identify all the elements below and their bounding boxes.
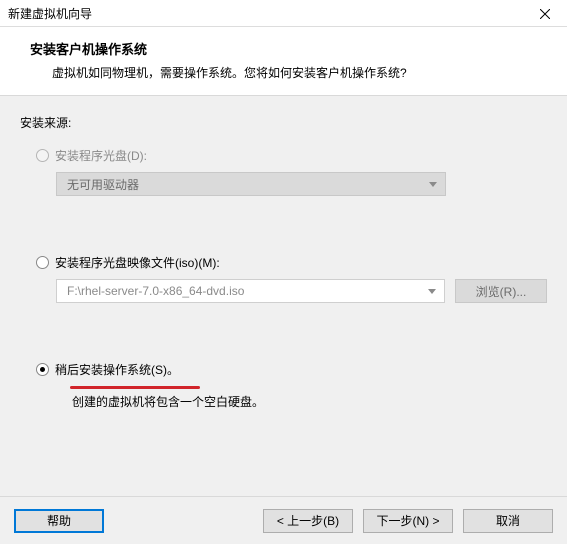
- option-iso: 安装程序光盘映像文件(iso)(M): F:\rhel-server-7.0-x…: [36, 254, 547, 303]
- radio-later-label: 稍后安装操作系统(S)。: [55, 361, 179, 378]
- chevron-down-icon: [428, 289, 436, 294]
- close-button[interactable]: [522, 0, 567, 27]
- titlebar: 新建虚拟机向导: [0, 0, 567, 27]
- radio-disc-row[interactable]: 安装程序光盘(D):: [36, 147, 547, 164]
- header: 安装客户机操作系统 虚拟机如同物理机，需要操作系统。您将如何安装客户机操作系统?: [0, 27, 567, 96]
- back-button-label: < 上一步(B): [277, 512, 339, 529]
- help-button-label: 帮助: [47, 512, 71, 529]
- close-icon: [540, 9, 550, 19]
- help-button[interactable]: 帮助: [14, 509, 104, 533]
- disc-dropdown-value: 无可用驱动器: [67, 176, 139, 193]
- browse-button-label: 浏览(R)...: [476, 283, 527, 300]
- next-button[interactable]: 下一步(N) >: [363, 509, 453, 533]
- cancel-button[interactable]: 取消: [463, 509, 553, 533]
- window-title: 新建虚拟机向导: [8, 5, 92, 22]
- chevron-down-icon: [429, 182, 437, 187]
- next-button-label: 下一步(N) >: [376, 512, 439, 529]
- radio-iso-label: 安装程序光盘映像文件(iso)(M):: [55, 254, 220, 271]
- wizard-window: 新建虚拟机向导 安装客户机操作系统 虚拟机如同物理机，需要操作系统。您将如何安装…: [0, 0, 567, 544]
- option-later: 稍后安装操作系统(S)。 创建的虚拟机将包含一个空白硬盘。: [36, 361, 547, 410]
- iso-path-dropdown[interactable]: F:\rhel-server-7.0-x86_64-dvd.iso: [56, 279, 445, 303]
- annotation-underline: [70, 386, 200, 389]
- footer: 帮助 < 上一步(B) 下一步(N) > 取消: [0, 496, 567, 544]
- radio-iso[interactable]: [36, 256, 49, 269]
- radio-disc[interactable]: [36, 149, 49, 162]
- radio-iso-row[interactable]: 安装程序光盘映像文件(iso)(M):: [36, 254, 547, 271]
- source-label: 安装来源:: [20, 114, 547, 131]
- radio-later[interactable]: [36, 363, 49, 376]
- content: 安装来源: 安装程序光盘(D): 无可用驱动器 安装程序光盘映像文件(iso)(…: [0, 96, 567, 496]
- header-title: 安装客户机操作系统: [30, 39, 551, 58]
- radio-disc-label: 安装程序光盘(D):: [55, 147, 147, 164]
- radio-later-row[interactable]: 稍后安装操作系统(S)。: [36, 361, 547, 378]
- later-note: 创建的虚拟机将包含一个空白硬盘。: [72, 393, 547, 410]
- header-subtitle: 虚拟机如同物理机，需要操作系统。您将如何安装客户机操作系统?: [30, 64, 551, 81]
- browse-button[interactable]: 浏览(R)...: [455, 279, 547, 303]
- back-button[interactable]: < 上一步(B): [263, 509, 353, 533]
- disc-dropdown[interactable]: 无可用驱动器: [56, 172, 446, 196]
- iso-path-value: F:\rhel-server-7.0-x86_64-dvd.iso: [67, 284, 244, 298]
- cancel-button-label: 取消: [496, 512, 520, 529]
- option-disc: 安装程序光盘(D): 无可用驱动器: [36, 147, 547, 196]
